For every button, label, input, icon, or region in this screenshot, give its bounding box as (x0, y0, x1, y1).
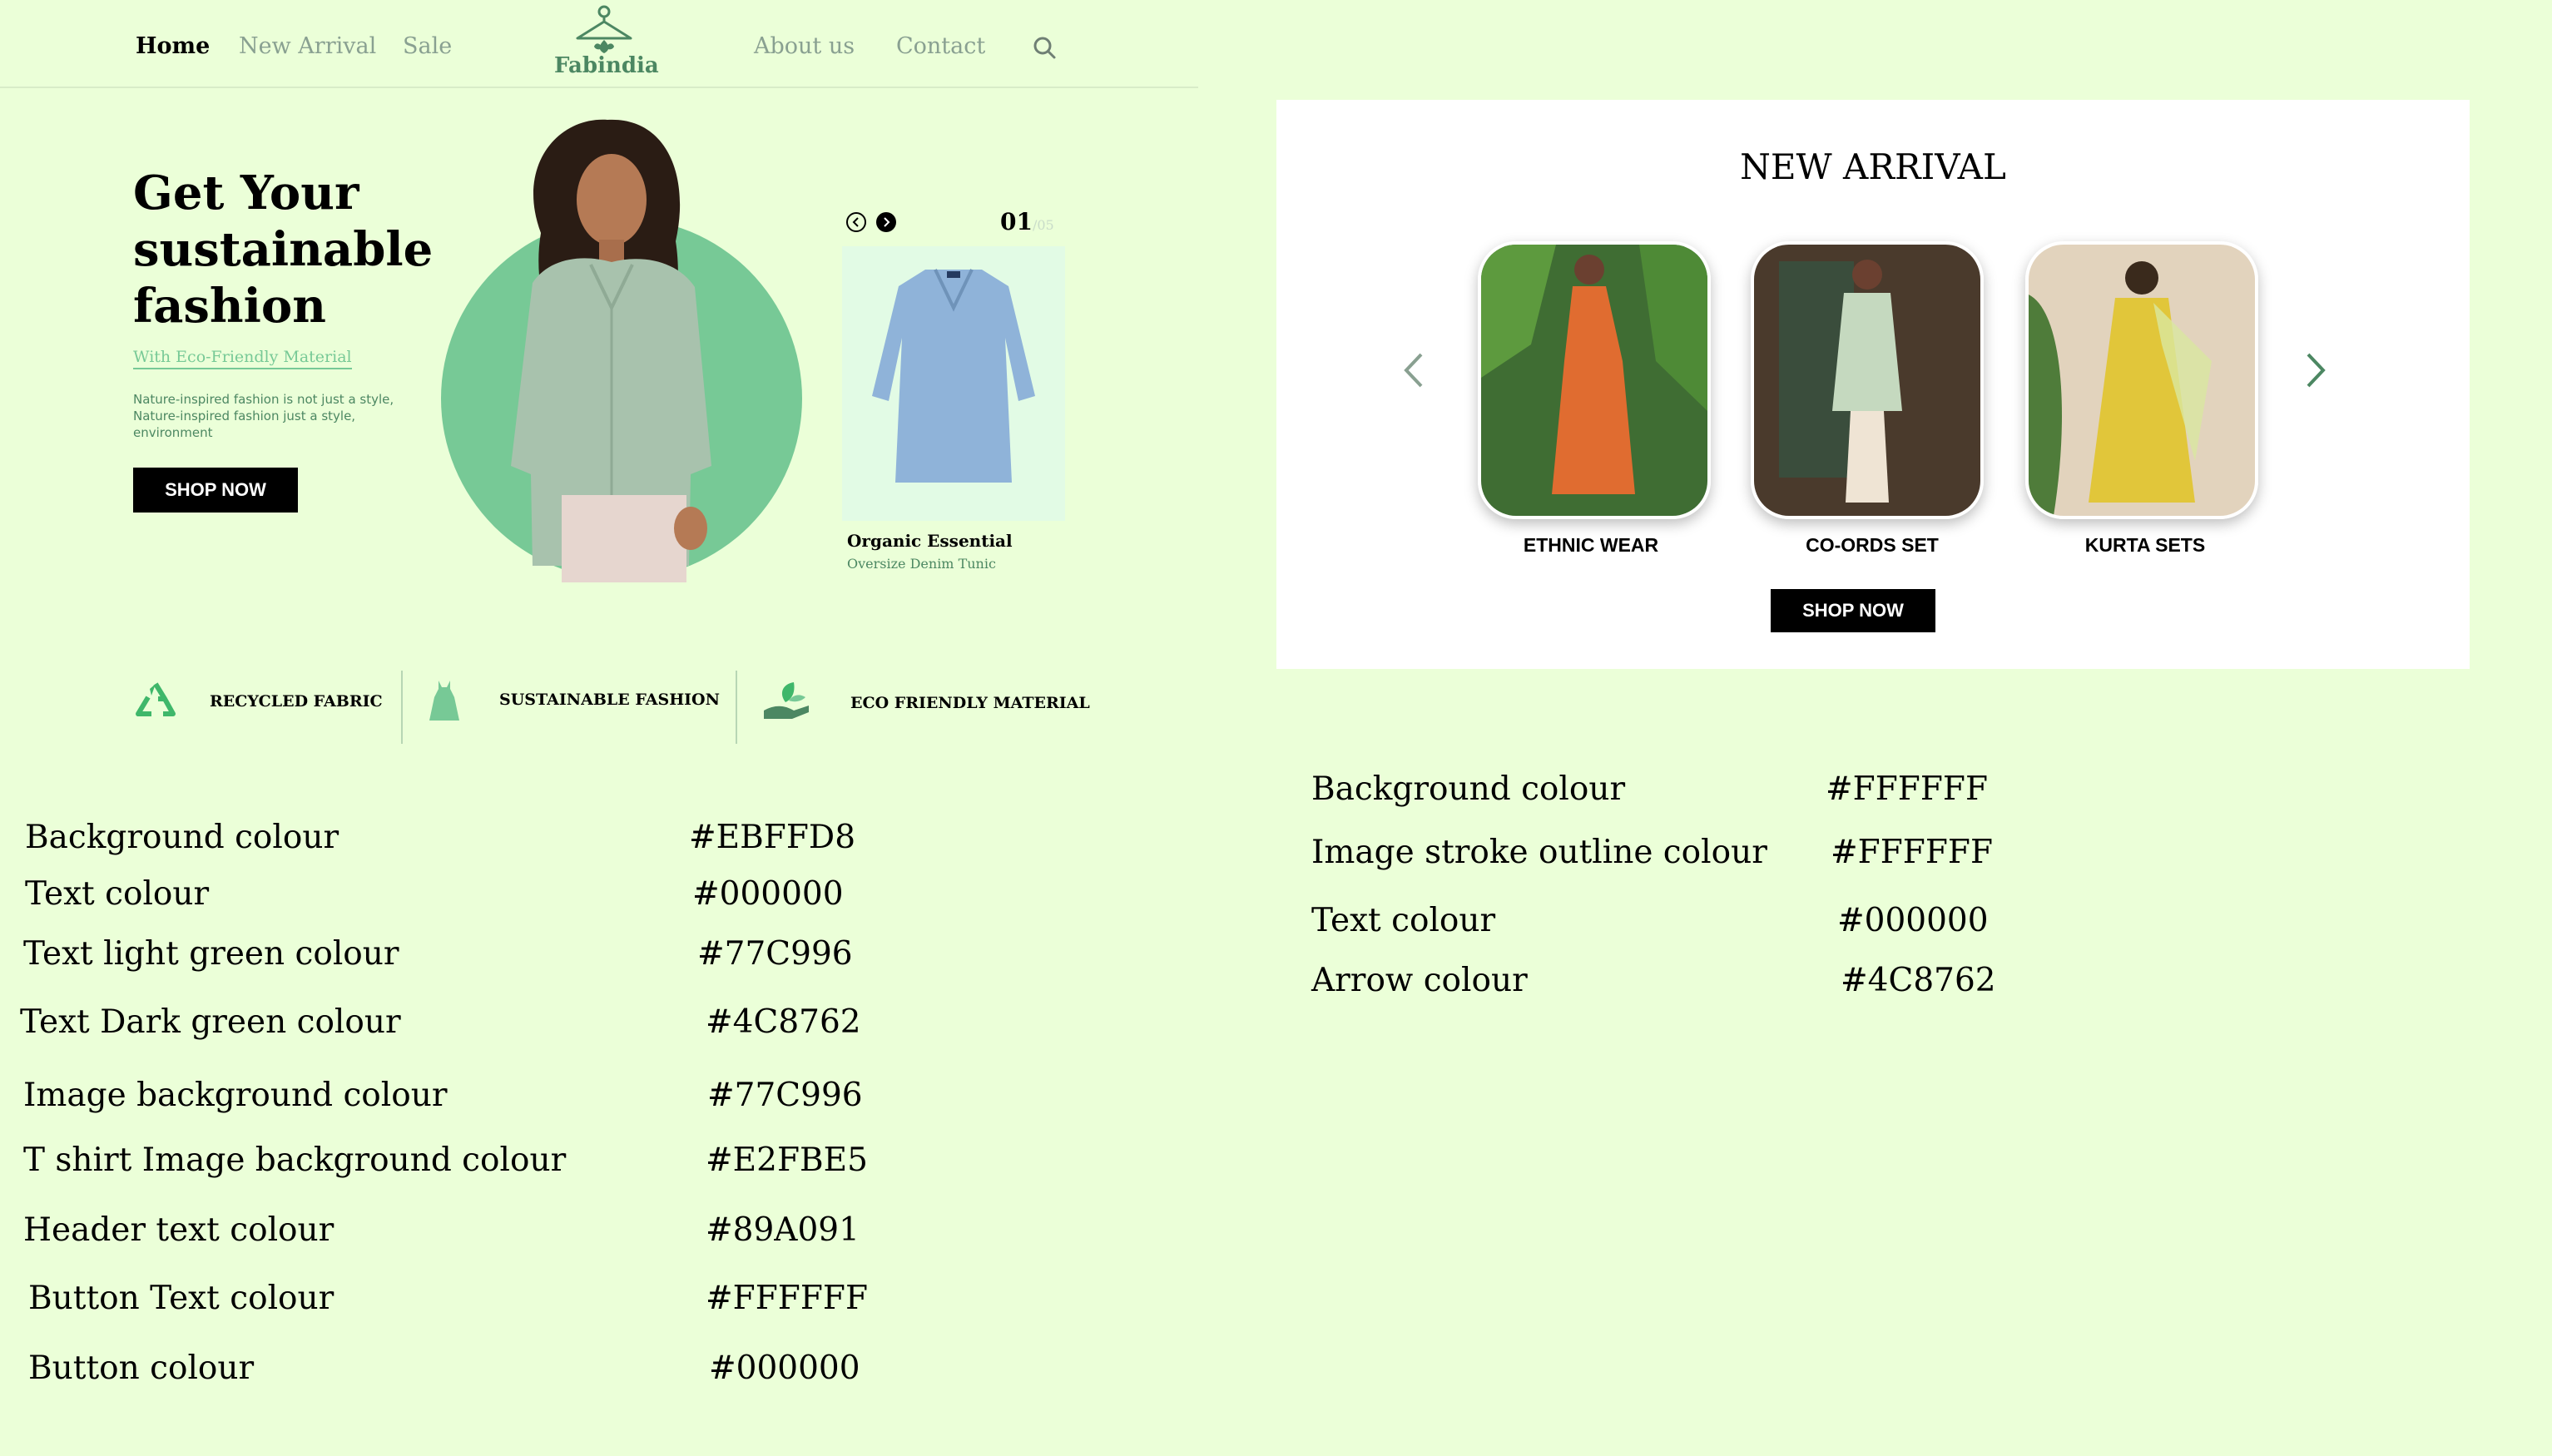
ethnic-wear-card[interactable] (1478, 241, 1711, 519)
nav-divider (0, 87, 1198, 88)
card-label-co-ords-set: CO-ORDS SET (1806, 534, 1939, 556)
color-value: #E2FBE5 (706, 1142, 868, 1179)
nav-sale[interactable]: Sale (403, 33, 452, 59)
hero-model-image (483, 116, 757, 582)
recycle-icon (133, 679, 178, 727)
color-label: Arrow colour (1311, 962, 1528, 999)
product-name: Organic Essential (847, 531, 1013, 551)
color-label: Text colour (1311, 902, 1496, 939)
prev-circle-icon[interactable] (845, 211, 867, 236)
color-label: Button Text colour (28, 1280, 334, 1317)
nav-new-arrival[interactable]: New Arrival (239, 33, 376, 59)
card-label-kurta-sets: KURTA SETS (2084, 534, 2206, 556)
color-value: #FFFFFF (706, 1280, 869, 1317)
color-value: #EBFFD8 (689, 819, 856, 856)
chevron-left-icon[interactable] (1401, 349, 1426, 394)
hero-subtitle: With Eco-Friendly Material (133, 348, 352, 369)
feature-recycled-fabric: RECYCLED FABRIC (210, 692, 383, 711)
kurta-sets-card[interactable] (2025, 241, 2258, 519)
nav-about[interactable]: About us (754, 33, 855, 59)
feature-sustainable-fashion: SUSTAINABLE FASHION (499, 691, 720, 709)
hero-shop-now-button[interactable]: SHOP NOW (133, 468, 298, 513)
feature-divider (736, 671, 737, 744)
color-label: Header text colour (23, 1211, 334, 1249)
card-label-ethnic-wear: ETHNIC WEAR (1523, 534, 1659, 556)
feature-divider (401, 671, 403, 744)
nav-home[interactable]: Home (136, 33, 210, 59)
color-label: Button colour (28, 1350, 255, 1387)
slide-counter: 01/05 (1000, 208, 1054, 235)
color-value: #89A091 (706, 1211, 860, 1249)
color-label: Text Dark green colour (20, 1003, 401, 1041)
color-label: Background colour (1311, 770, 1626, 808)
color-label: Text light green colour (23, 935, 399, 973)
new-arrival-title: NEW ARRIVAL (1740, 146, 2006, 187)
color-value: #77C996 (697, 935, 853, 973)
new-arrival-shop-now-button[interactable]: SHOP NOW (1771, 589, 1935, 632)
hero-description: Nature-inspired fashion is not just a st… (133, 392, 394, 440)
hero-title: Get Your sustainable fashion (133, 166, 434, 334)
feature-eco-friendly-material: ECO FRIENDLY MATERIAL (850, 694, 1090, 712)
search-icon[interactable] (1032, 35, 1057, 63)
product-subtitle: Oversize Denim Tunic (847, 556, 996, 572)
nav-contact[interactable]: Contact (896, 33, 985, 59)
color-value: #000000 (1837, 902, 1989, 939)
color-value: #000000 (709, 1350, 860, 1387)
co-ords-set-card[interactable] (1751, 241, 1984, 519)
tunic-image[interactable] (842, 246, 1065, 521)
dress-icon (426, 679, 463, 727)
color-label: Background colour (25, 819, 339, 856)
color-label: Image stroke outline colour (1311, 834, 1767, 871)
brand-name[interactable]: Fabindia (554, 53, 659, 78)
color-label: Text colour (25, 875, 210, 913)
color-label: T shirt Image background colour (23, 1142, 567, 1179)
color-value: #77C996 (707, 1077, 863, 1114)
next-circle-icon[interactable] (875, 211, 897, 236)
color-value: #000000 (692, 875, 844, 913)
chevron-right-icon[interactable] (2303, 349, 2328, 394)
color-value: #4C8762 (706, 1003, 861, 1041)
leaf-hand-icon (761, 677, 812, 726)
color-value: #FFFFFF (1826, 770, 1989, 808)
new-arrival-panel: NEW ARRIVAL ETHNIC WEAR CO-ORDS SET KURT… (1276, 100, 2470, 669)
color-value: #FFFFFF (1831, 834, 1994, 871)
color-label: Image background colour (23, 1077, 448, 1114)
color-value: #4C8762 (1841, 962, 1996, 999)
